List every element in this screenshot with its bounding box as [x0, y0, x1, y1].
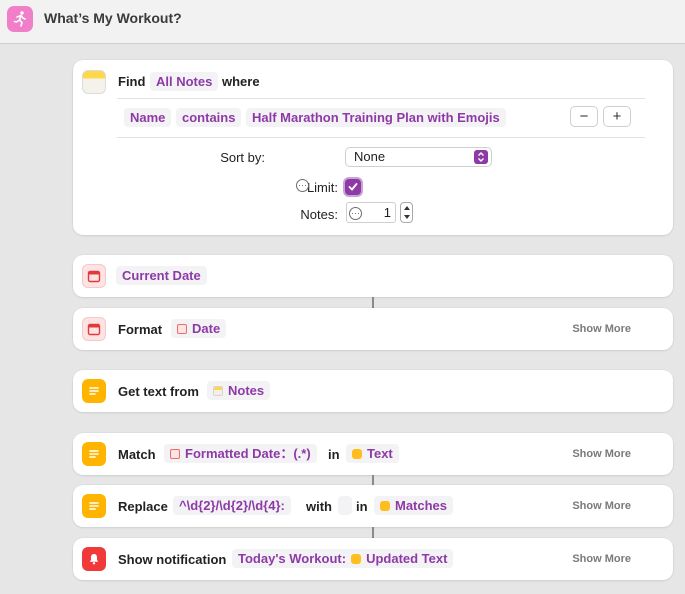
pattern-token-label: Formatted Date：(.*): [185, 446, 311, 461]
flow-connector: [372, 297, 374, 308]
match-text-action[interactable]: Match Formatted Date：(.*) in Text Show M…: [73, 433, 673, 475]
format-label: Format: [118, 322, 163, 337]
updated-text-token-label: Updated Text: [366, 551, 448, 566]
sort-by-select[interactable]: None: [345, 147, 492, 167]
limit-checkbox[interactable]: [345, 179, 361, 195]
calendar-icon: [82, 317, 106, 341]
replace-label: Replace: [118, 499, 168, 514]
match-label: Match: [118, 447, 156, 462]
checkmark-icon: [348, 183, 358, 191]
get-text-label: Get text from: [118, 384, 199, 399]
current-date-token[interactable]: Current Date: [116, 266, 207, 285]
remove-filter-button[interactable]: −: [570, 106, 598, 127]
notes-count-label: Notes:: [300, 207, 338, 222]
format-date-action[interactable]: Format Date Show More: [73, 308, 673, 350]
notes-token-label: Notes: [228, 383, 265, 398]
notes-icon: [213, 385, 223, 396]
date-token-label: Date: [192, 321, 221, 336]
notes-icon: [82, 70, 106, 94]
limit-options-button[interactable]: [296, 179, 309, 192]
current-date-action[interactable]: Current Date: [73, 255, 673, 297]
show-more-button[interactable]: Show More: [572, 448, 631, 460]
ellipsis-icon: [351, 212, 360, 215]
notes-token[interactable]: Notes: [207, 381, 271, 400]
pattern-token[interactable]: Formatted Date：(.*): [164, 444, 317, 463]
limit-label: Limit:: [306, 180, 338, 195]
runner-icon[interactable]: [7, 6, 33, 32]
calendar-icon: [82, 264, 106, 288]
with-label: with: [306, 499, 332, 514]
replace-in-label: in: [356, 499, 368, 514]
chevron-updown-icon: [474, 150, 488, 164]
get-text-action[interactable]: Get text from Notes: [73, 370, 673, 412]
show-more-button[interactable]: Show More: [572, 553, 631, 565]
text-icon: [351, 553, 362, 564]
notes-options-button[interactable]: [349, 207, 362, 220]
calendar-icon: [177, 323, 187, 334]
filter-divider-top: [117, 98, 645, 99]
find-notes-action[interactable]: Find All Notes where Name contains Half …: [73, 60, 673, 235]
find-label: Find: [118, 74, 146, 89]
text-icon: [82, 442, 106, 466]
filter-divider-bottom: [117, 137, 645, 138]
filter-operator-token[interactable]: contains: [176, 108, 242, 127]
filter-field-token[interactable]: Name: [124, 108, 172, 127]
flow-connector: [372, 475, 374, 485]
show-more-button[interactable]: Show More: [572, 500, 631, 512]
calendar-icon: [170, 448, 180, 459]
flow-connector: [372, 527, 374, 538]
text-token[interactable]: Text: [346, 444, 399, 463]
filter-value-token[interactable]: Half Marathon Training Plan with Emojis: [246, 108, 506, 127]
matches-token-label: Matches: [395, 498, 448, 513]
source-token[interactable]: All Notes: [150, 72, 219, 91]
show-notification-action[interactable]: Show notification Today's Workout: Updat…: [73, 538, 673, 580]
show-more-button[interactable]: Show More: [572, 323, 631, 335]
sort-by-label: Sort by:: [220, 150, 265, 165]
text-icon: [82, 494, 106, 518]
replace-text-action[interactable]: Replace ^\d{2}/\d{2}/\d{4}: with in Matc…: [73, 485, 673, 527]
regex-pattern-token[interactable]: ^\d{2}/\d{2}/\d{4}:: [173, 496, 291, 515]
where-label: where: [222, 74, 260, 89]
notification-label: Show notification: [118, 552, 227, 567]
notes-count-stepper[interactable]: [400, 202, 413, 223]
replacement-token[interactable]: [338, 496, 352, 515]
title-bar: What’s My Workout?: [0, 0, 685, 44]
text-icon: [352, 448, 362, 459]
match-in-label: in: [328, 447, 340, 462]
ellipsis-icon: [298, 184, 307, 187]
window-title: What’s My Workout?: [44, 10, 182, 26]
notification-text: Today's Workout:: [238, 551, 347, 566]
text-icon: [82, 379, 106, 403]
text-icon: [380, 500, 390, 511]
bell-icon: [82, 547, 106, 571]
notification-text-token[interactable]: Today's Workout: Updated Text: [232, 549, 454, 568]
matches-token[interactable]: Matches: [374, 496, 454, 515]
sort-by-value: None: [354, 149, 386, 164]
text-token-label: Text: [367, 446, 393, 461]
add-filter-button[interactable]: +: [603, 106, 631, 127]
date-token[interactable]: Date: [171, 319, 227, 338]
